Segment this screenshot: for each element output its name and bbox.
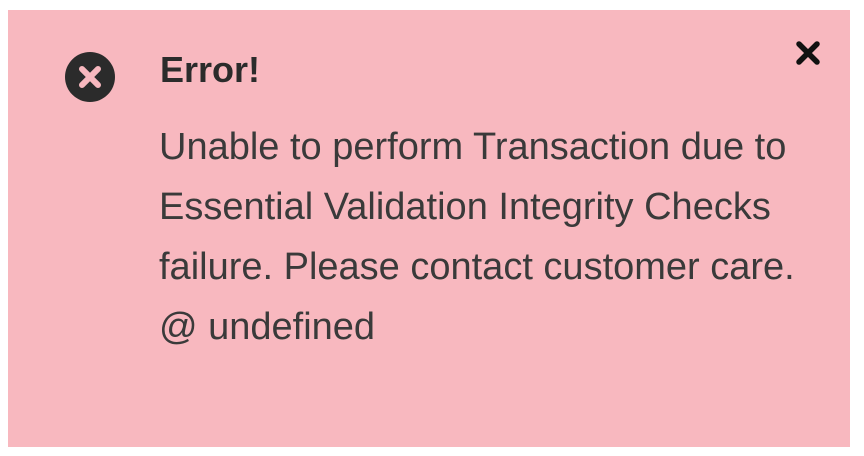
close-icon — [796, 41, 820, 65]
alert-message: Unable to perform Transaction due to Ess… — [159, 126, 795, 348]
close-button[interactable] — [790, 35, 826, 71]
alert-title: Error! — [160, 49, 261, 90]
error-alert: Error! Unable to perform Transaction due… — [8, 10, 850, 447]
circle-x-icon — [64, 51, 116, 103]
